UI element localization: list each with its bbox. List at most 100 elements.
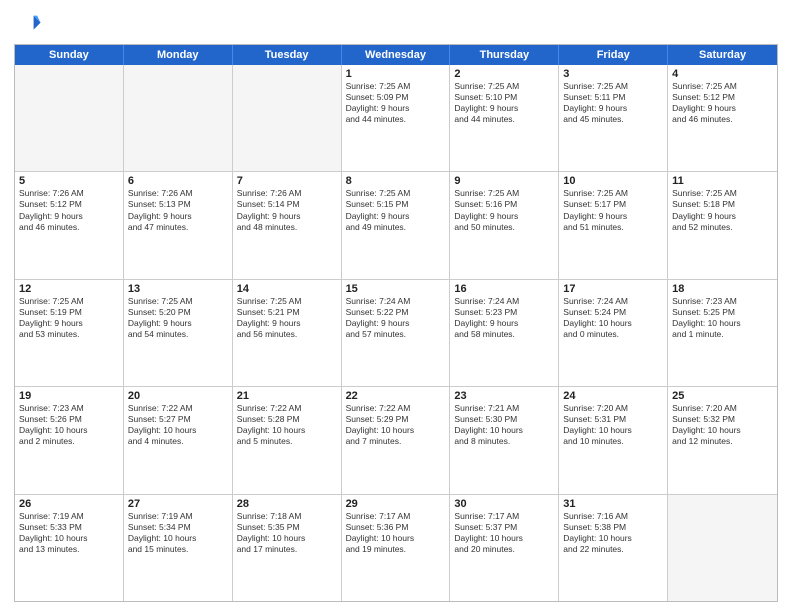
day-info: Sunrise: 7:25 AMSunset: 5:09 PMDaylight:…	[346, 81, 446, 125]
day-info: Sunrise: 7:22 AMSunset: 5:28 PMDaylight:…	[237, 403, 337, 447]
day-number: 10	[563, 175, 663, 187]
day-number: 30	[454, 498, 554, 510]
calendar-row-2: 5Sunrise: 7:26 AMSunset: 5:12 PMDaylight…	[15, 172, 777, 279]
calendar-cell: 14Sunrise: 7:25 AMSunset: 5:21 PMDayligh…	[233, 280, 342, 386]
calendar-cell: 29Sunrise: 7:17 AMSunset: 5:36 PMDayligh…	[342, 495, 451, 601]
calendar-cell: 16Sunrise: 7:24 AMSunset: 5:23 PMDayligh…	[450, 280, 559, 386]
calendar-row-3: 12Sunrise: 7:25 AMSunset: 5:19 PMDayligh…	[15, 280, 777, 387]
calendar-cell: 5Sunrise: 7:26 AMSunset: 5:12 PMDaylight…	[15, 172, 124, 278]
header-day-tuesday: Tuesday	[233, 45, 342, 65]
day-info: Sunrise: 7:20 AMSunset: 5:31 PMDaylight:…	[563, 403, 663, 447]
day-info: Sunrise: 7:23 AMSunset: 5:25 PMDaylight:…	[672, 296, 773, 340]
day-number: 1	[346, 68, 446, 80]
calendar-cell: 21Sunrise: 7:22 AMSunset: 5:28 PMDayligh…	[233, 387, 342, 493]
calendar-cell: 23Sunrise: 7:21 AMSunset: 5:30 PMDayligh…	[450, 387, 559, 493]
day-info: Sunrise: 7:21 AMSunset: 5:30 PMDaylight:…	[454, 403, 554, 447]
header-day-monday: Monday	[124, 45, 233, 65]
calendar-row-5: 26Sunrise: 7:19 AMSunset: 5:33 PMDayligh…	[15, 495, 777, 601]
day-info: Sunrise: 7:25 AMSunset: 5:20 PMDaylight:…	[128, 296, 228, 340]
day-info: Sunrise: 7:19 AMSunset: 5:33 PMDaylight:…	[19, 511, 119, 555]
day-info: Sunrise: 7:24 AMSunset: 5:22 PMDaylight:…	[346, 296, 446, 340]
day-info: Sunrise: 7:25 AMSunset: 5:15 PMDaylight:…	[346, 188, 446, 232]
calendar-cell: 7Sunrise: 7:26 AMSunset: 5:14 PMDaylight…	[233, 172, 342, 278]
day-number: 26	[19, 498, 119, 510]
calendar-cell: 22Sunrise: 7:22 AMSunset: 5:29 PMDayligh…	[342, 387, 451, 493]
header-day-thursday: Thursday	[450, 45, 559, 65]
day-number: 5	[19, 175, 119, 187]
day-number: 21	[237, 390, 337, 402]
calendar-cell: 19Sunrise: 7:23 AMSunset: 5:26 PMDayligh…	[15, 387, 124, 493]
calendar-cell: 31Sunrise: 7:16 AMSunset: 5:38 PMDayligh…	[559, 495, 668, 601]
day-number: 17	[563, 283, 663, 295]
day-info: Sunrise: 7:20 AMSunset: 5:32 PMDaylight:…	[672, 403, 773, 447]
header-day-sunday: Sunday	[15, 45, 124, 65]
day-info: Sunrise: 7:25 AMSunset: 5:18 PMDaylight:…	[672, 188, 773, 232]
calendar-cell: 6Sunrise: 7:26 AMSunset: 5:13 PMDaylight…	[124, 172, 233, 278]
day-number: 22	[346, 390, 446, 402]
day-number: 31	[563, 498, 663, 510]
day-info: Sunrise: 7:25 AMSunset: 5:19 PMDaylight:…	[19, 296, 119, 340]
day-number: 11	[672, 175, 773, 187]
day-info: Sunrise: 7:25 AMSunset: 5:10 PMDaylight:…	[454, 81, 554, 125]
logo	[14, 10, 46, 38]
calendar-cell: 28Sunrise: 7:18 AMSunset: 5:35 PMDayligh…	[233, 495, 342, 601]
day-number: 28	[237, 498, 337, 510]
calendar-cell: 10Sunrise: 7:25 AMSunset: 5:17 PMDayligh…	[559, 172, 668, 278]
day-info: Sunrise: 7:22 AMSunset: 5:29 PMDaylight:…	[346, 403, 446, 447]
logo-icon	[14, 10, 42, 38]
day-number: 7	[237, 175, 337, 187]
calendar-header: SundayMondayTuesdayWednesdayThursdayFrid…	[15, 45, 777, 65]
day-info: Sunrise: 7:26 AMSunset: 5:14 PMDaylight:…	[237, 188, 337, 232]
day-number: 29	[346, 498, 446, 510]
day-number: 15	[346, 283, 446, 295]
header-day-wednesday: Wednesday	[342, 45, 451, 65]
day-info: Sunrise: 7:26 AMSunset: 5:12 PMDaylight:…	[19, 188, 119, 232]
calendar-row-4: 19Sunrise: 7:23 AMSunset: 5:26 PMDayligh…	[15, 387, 777, 494]
header-day-saturday: Saturday	[668, 45, 777, 65]
calendar-cell	[15, 65, 124, 171]
day-number: 27	[128, 498, 228, 510]
day-info: Sunrise: 7:17 AMSunset: 5:36 PMDaylight:…	[346, 511, 446, 555]
day-number: 9	[454, 175, 554, 187]
calendar-cell: 24Sunrise: 7:20 AMSunset: 5:31 PMDayligh…	[559, 387, 668, 493]
day-number: 25	[672, 390, 773, 402]
calendar-cell: 25Sunrise: 7:20 AMSunset: 5:32 PMDayligh…	[668, 387, 777, 493]
day-number: 20	[128, 390, 228, 402]
day-number: 18	[672, 283, 773, 295]
day-info: Sunrise: 7:25 AMSunset: 5:16 PMDaylight:…	[454, 188, 554, 232]
day-number: 13	[128, 283, 228, 295]
calendar-cell	[668, 495, 777, 601]
day-info: Sunrise: 7:25 AMSunset: 5:17 PMDaylight:…	[563, 188, 663, 232]
calendar-cell	[233, 65, 342, 171]
day-info: Sunrise: 7:18 AMSunset: 5:35 PMDaylight:…	[237, 511, 337, 555]
calendar-cell: 3Sunrise: 7:25 AMSunset: 5:11 PMDaylight…	[559, 65, 668, 171]
day-info: Sunrise: 7:23 AMSunset: 5:26 PMDaylight:…	[19, 403, 119, 447]
calendar-cell: 20Sunrise: 7:22 AMSunset: 5:27 PMDayligh…	[124, 387, 233, 493]
day-number: 4	[672, 68, 773, 80]
calendar-cell	[124, 65, 233, 171]
day-number: 24	[563, 390, 663, 402]
calendar-cell: 18Sunrise: 7:23 AMSunset: 5:25 PMDayligh…	[668, 280, 777, 386]
calendar-cell: 12Sunrise: 7:25 AMSunset: 5:19 PMDayligh…	[15, 280, 124, 386]
calendar-cell: 30Sunrise: 7:17 AMSunset: 5:37 PMDayligh…	[450, 495, 559, 601]
day-number: 19	[19, 390, 119, 402]
day-number: 8	[346, 175, 446, 187]
day-info: Sunrise: 7:25 AMSunset: 5:21 PMDaylight:…	[237, 296, 337, 340]
calendar-cell: 1Sunrise: 7:25 AMSunset: 5:09 PMDaylight…	[342, 65, 451, 171]
day-info: Sunrise: 7:19 AMSunset: 5:34 PMDaylight:…	[128, 511, 228, 555]
calendar-cell: 9Sunrise: 7:25 AMSunset: 5:16 PMDaylight…	[450, 172, 559, 278]
calendar-cell: 26Sunrise: 7:19 AMSunset: 5:33 PMDayligh…	[15, 495, 124, 601]
day-number: 2	[454, 68, 554, 80]
day-number: 3	[563, 68, 663, 80]
day-info: Sunrise: 7:22 AMSunset: 5:27 PMDaylight:…	[128, 403, 228, 447]
calendar-cell: 4Sunrise: 7:25 AMSunset: 5:12 PMDaylight…	[668, 65, 777, 171]
day-number: 14	[237, 283, 337, 295]
day-number: 16	[454, 283, 554, 295]
calendar: SundayMondayTuesdayWednesdayThursdayFrid…	[14, 44, 778, 602]
day-info: Sunrise: 7:16 AMSunset: 5:38 PMDaylight:…	[563, 511, 663, 555]
calendar-cell: 15Sunrise: 7:24 AMSunset: 5:22 PMDayligh…	[342, 280, 451, 386]
day-info: Sunrise: 7:25 AMSunset: 5:11 PMDaylight:…	[563, 81, 663, 125]
day-info: Sunrise: 7:25 AMSunset: 5:12 PMDaylight:…	[672, 81, 773, 125]
day-info: Sunrise: 7:24 AMSunset: 5:23 PMDaylight:…	[454, 296, 554, 340]
calendar-cell: 8Sunrise: 7:25 AMSunset: 5:15 PMDaylight…	[342, 172, 451, 278]
